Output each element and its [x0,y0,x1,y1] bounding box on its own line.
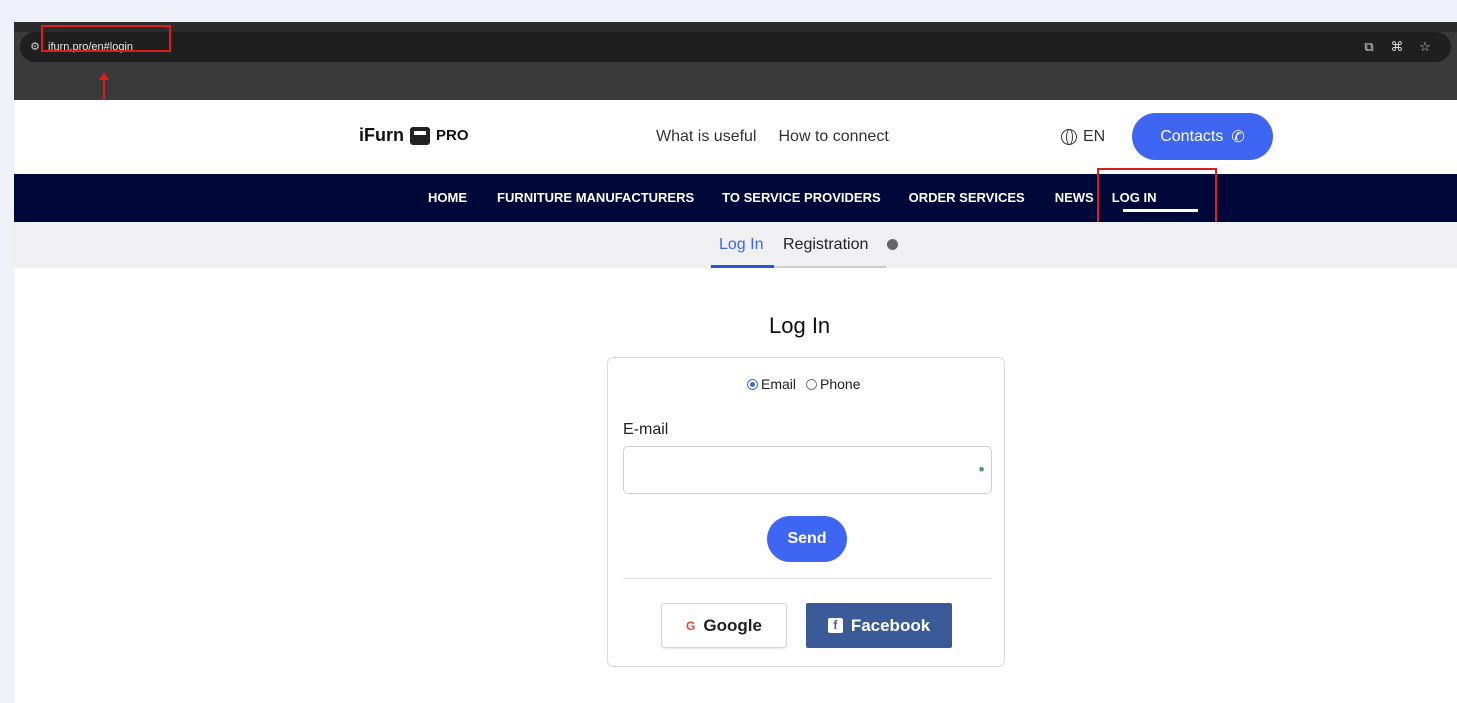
email-label: E-mail [623,421,669,438]
nav-item-home[interactable]: HOME [428,190,467,205]
google-icon: G [686,618,696,633]
google-login-button[interactable]: G Google [661,603,787,648]
nav-item-service-providers[interactable]: TO SERVICE PROVIDERS [722,190,880,205]
cast-icon[interactable]: ⧉ [1361,39,1377,55]
login-card: Email Phone E-mail ⁍ Send G Google f Fac… [607,357,1005,667]
browser-toolbar-icons: ⧉ ⌘ ☆ [1361,39,1433,55]
tab-login[interactable]: Log In [719,236,763,254]
address-bar[interactable]: ⚙ ifurn.pro/en#login ⧉ ⌘ ☆ [20,32,1451,62]
email-field[interactable]: ⁍ [623,446,992,494]
page-title: Log In [769,313,831,338]
logo-text: iFurn [359,125,404,145]
tab-registration[interactable]: Registration [783,236,868,254]
link-what-is-useful[interactable]: What is useful [656,128,756,146]
main-content: Log In Email Phone E-mail ⁍ Send G Googl… [14,268,1457,703]
info-icon[interactable] [887,239,898,250]
browser-chrome: ⚙ ifurn.pro/en#login ⧉ ⌘ ☆ [14,22,1457,100]
radio-phone-label: Phone [820,376,861,392]
logo-box-icon [410,126,430,145]
top-links: What is useful How to connect [656,128,889,146]
globe-icon [1061,129,1077,145]
contacts-label: Contacts [1160,127,1224,145]
nav-item-news[interactable]: NEWS [1055,190,1094,205]
language-label: EN [1083,128,1106,145]
facebook-login-button[interactable]: f Facebook [806,603,952,648]
auth-tabs: Log In Registration [14,222,1457,268]
contacts-button[interactable]: Contacts ✆ [1132,113,1273,160]
radio-phone-dot[interactable] [806,378,818,390]
radio-email-label: Email [761,376,797,392]
main-nav: HOME FURNITURE MANUFACTURERS TO SERVICE … [14,174,1457,222]
facebook-label: Facebook [850,615,931,635]
google-label: Google [703,615,762,635]
link-how-to-connect[interactable]: How to connect [778,128,888,146]
logo-suffix: PRO [436,127,469,144]
send-label: Send [787,530,827,547]
autofill-icon[interactable]: ⁍ [979,462,986,478]
phone-icon: ✆ [1231,128,1245,146]
site-logo[interactable]: iFurn PRO [359,125,469,146]
translate-icon[interactable]: ⌘ [1389,39,1405,55]
bookmark-star-icon[interactable]: ☆ [1417,39,1433,55]
annotation-url-highlight [41,25,171,52]
language-selector[interactable]: EN [1061,128,1105,146]
divider [623,578,992,579]
facebook-icon: f [827,618,843,633]
tab-strip [14,22,1457,32]
site-header: iFurn PRO What is useful How to connect … [14,100,1457,174]
site-info-icon[interactable]: ⚙ [28,40,42,54]
login-method-radios: Email Phone [747,376,861,392]
nav-items: HOME FURNITURE MANUFACTURERS TO SERVICE … [428,190,1156,205]
radio-email[interactable]: Email [747,376,796,392]
nav-item-order-services[interactable]: ORDER SERVICES [909,190,1025,205]
nav-item-furniture-manufacturers[interactable]: FURNITURE MANUFACTURERS [497,190,694,205]
send-button[interactable]: Send [767,516,847,562]
radio-phone[interactable]: Phone [806,376,861,392]
radio-email-dot[interactable] [747,378,758,390]
